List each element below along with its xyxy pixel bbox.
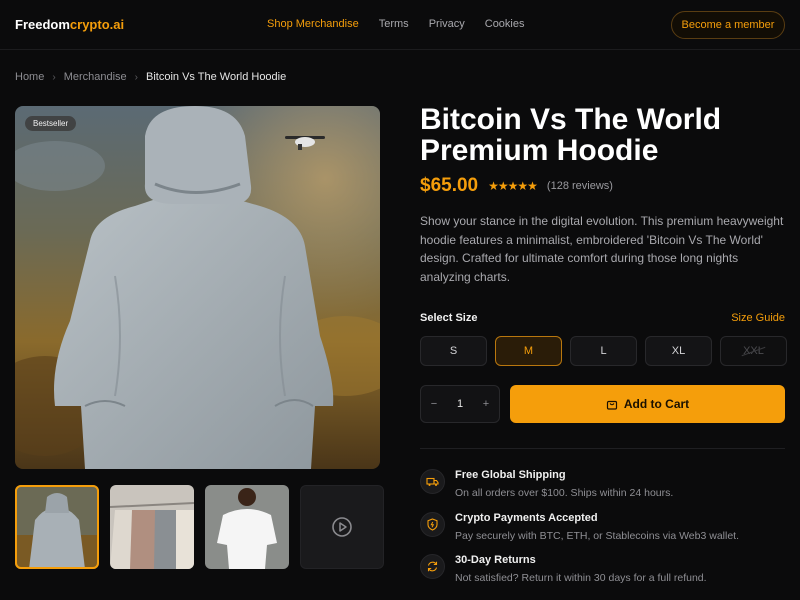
size-selector: S M L XL XXL — [420, 336, 787, 366]
logo-text-accent: crypto.ai — [69, 17, 125, 32]
thumbnail-tshirt[interactable] — [205, 485, 289, 569]
size-label: Select Size — [420, 312, 478, 324]
bestseller-badge: Bestseller — [25, 116, 77, 131]
breadcrumb-merchandise[interactable]: Merchandise — [64, 71, 127, 83]
thumbnail-garments-image — [110, 485, 194, 569]
shield-icon — [420, 512, 445, 537]
size-option-xxl: XXL — [720, 336, 787, 366]
size-option-xl[interactable]: XL — [645, 336, 712, 366]
hoodie-photo — [15, 106, 380, 469]
refresh-icon — [420, 554, 445, 579]
size-option-l[interactable]: L — [570, 336, 637, 366]
feature-subtitle: Not satisfied? Return it within 30 days … — [455, 572, 707, 584]
divider — [420, 448, 785, 449]
thumbnail-hoodie[interactable] — [15, 485, 99, 569]
star-rating-icon: ★★★★★ — [488, 179, 538, 193]
nav-privacy[interactable]: Privacy — [429, 18, 465, 30]
feature-subtitle: Pay securely with BTC, ETH, or Stablecoi… — [455, 530, 739, 542]
product-title: Bitcoin Vs The World Premium Hoodie — [420, 103, 722, 167]
thumbnail-hoodie-image — [15, 485, 99, 569]
feature-title: Crypto Payments Accepted — [455, 512, 598, 524]
chevron-right-icon: › — [134, 71, 139, 83]
size-option-s[interactable]: S — [420, 336, 487, 366]
size-guide-link[interactable]: Size Guide — [731, 312, 785, 324]
feature-title: 30-Day Returns — [455, 554, 536, 566]
price-row: $65.00 ★★★★★ (128 reviews) — [420, 175, 613, 197]
feature-title: Free Global Shipping — [455, 469, 566, 481]
size-option-m[interactable]: M — [495, 336, 562, 366]
quantity-value[interactable]: 1 — [457, 398, 463, 410]
nav-terms[interactable]: Terms — [379, 18, 409, 30]
product-description: Show your stance in the digital evolutio… — [420, 214, 784, 284]
increment-button[interactable]: + — [479, 398, 493, 410]
review-count[interactable]: (128 reviews) — [547, 180, 613, 192]
thumbnail-strip — [15, 485, 384, 569]
breadcrumb-current: Bitcoin Vs The World Hoodie — [146, 71, 287, 83]
nav-cookies[interactable]: Cookies — [485, 18, 525, 30]
play-circle-icon — [332, 517, 352, 537]
truck-icon — [420, 469, 445, 494]
breadcrumb-home[interactable]: Home — [15, 71, 44, 83]
quantity-stepper: − 1 + — [420, 385, 500, 423]
thumbnail-tshirt-image — [205, 485, 289, 569]
thumbnail-garments[interactable] — [110, 485, 194, 569]
thumbnail-video[interactable] — [300, 485, 384, 569]
feature-subtitle: On all orders over $100. Ships within 24… — [455, 487, 674, 499]
nav-shop-merchandise[interactable]: Shop Merchandise — [267, 18, 359, 30]
site-logo[interactable]: Freedomcrypto.ai — [15, 17, 124, 32]
add-to-cart-button[interactable]: Add to Cart — [510, 385, 785, 423]
become-member-button[interactable]: Become a member — [671, 11, 785, 39]
main-nav: Shop Merchandise Terms Privacy Cookies — [267, 18, 525, 30]
site-header: Freedomcrypto.ai Shop Merchandise Terms … — [0, 0, 800, 50]
shopping-bag-icon — [606, 400, 617, 410]
chevron-right-icon: › — [52, 71, 56, 83]
breadcrumb: Home › Merchandise › Bitcoin Vs The Worl… — [15, 71, 286, 83]
logo-text-main: Freedom — [15, 17, 70, 32]
add-to-cart-label: Add to Cart — [623, 397, 690, 411]
decrement-button[interactable]: − — [427, 398, 441, 410]
product-price: $65.00 — [420, 175, 479, 196]
product-main-image[interactable]: Bestseller — [15, 106, 380, 469]
